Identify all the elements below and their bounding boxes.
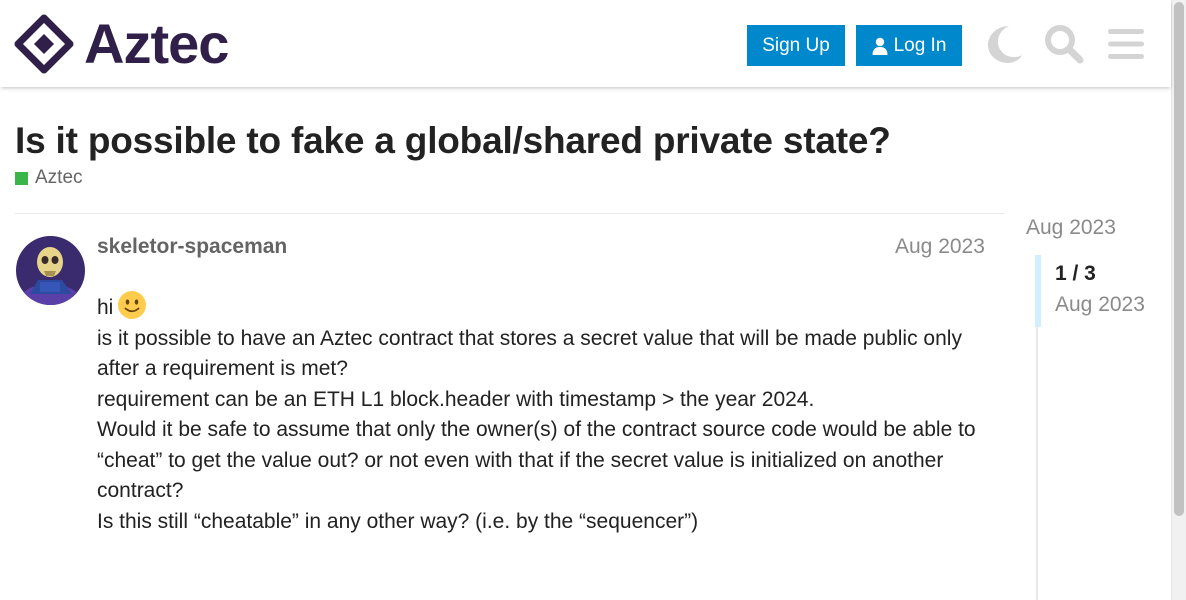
log-in-label: Log In <box>893 34 947 56</box>
avatar[interactable] <box>16 236 85 305</box>
post-line: is it possible to have an Aztec contract… <box>97 326 962 381</box>
slightly-smiling-face-icon <box>118 291 147 319</box>
timeline-start-date[interactable]: Aug 2023 <box>1026 216 1116 240</box>
category-label: Aztec <box>35 167 83 188</box>
aztec-logo-icon <box>14 14 74 74</box>
category-color-square <box>15 171 28 185</box>
sign-up-button[interactable]: Sign Up <box>747 25 845 66</box>
search-icon[interactable] <box>1044 22 1084 66</box>
post-greeting: hi <box>97 296 114 319</box>
post-line: hi <box>97 290 997 324</box>
timeline-post-counter: 1 / 3 <box>1055 262 1096 285</box>
site-logo[interactable]: Aztec <box>14 12 229 75</box>
post-username[interactable]: skeletor-spaceman <box>97 235 287 259</box>
page-scrollbar[interactable] <box>1171 0 1186 600</box>
scrollbar-thumb[interactable] <box>1174 2 1184 516</box>
topic-title[interactable]: Is it possible to fake a global/shared p… <box>15 120 891 162</box>
post-date[interactable]: Aug 2023 <box>895 235 985 259</box>
user-icon <box>872 37 888 55</box>
category-badge[interactable]: Aztec <box>15 167 83 189</box>
post-line: requirement can be an ETH L1 block.heade… <box>97 387 815 411</box>
timeline-handle[interactable] <box>1035 255 1041 327</box>
post-line: Would it be safe to assume that only the… <box>97 418 976 502</box>
topic-divider <box>15 213 1004 214</box>
post-body: hi is it possible to have an Aztec contr… <box>97 290 997 537</box>
post-line: Is this still “cheatable” in any other w… <box>97 509 699 533</box>
moon-icon[interactable] <box>984 22 1024 66</box>
sign-up-label: Sign Up <box>762 34 830 56</box>
timeline-current-date: Aug 2023 <box>1055 293 1145 316</box>
log-in-button[interactable]: Log In <box>856 25 962 66</box>
hamburger-menu-icon[interactable] <box>1106 22 1146 66</box>
logo-text: Aztec <box>84 12 229 75</box>
site-header: Aztec Sign Up Log In <box>0 0 1171 87</box>
